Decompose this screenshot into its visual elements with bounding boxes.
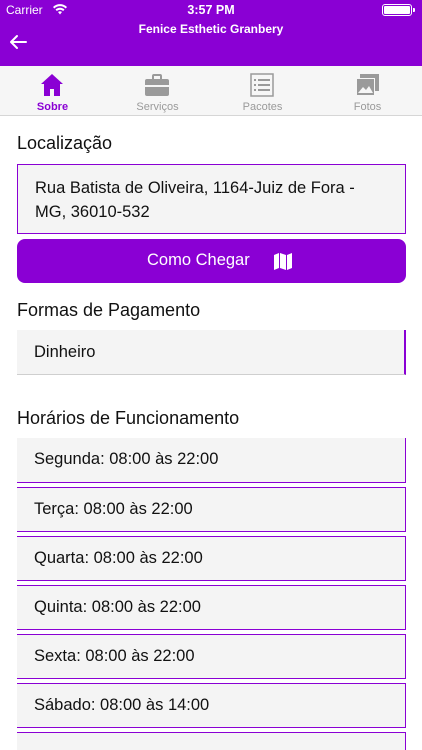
hours-monday: Segunda: 08:00 às 22:00 — [34, 450, 219, 468]
status-time: 3:57 PM — [187, 3, 235, 17]
map-icon — [274, 253, 292, 270]
tab-servicos[interactable]: Serviços — [105, 66, 210, 116]
home-icon — [41, 74, 63, 96]
nav-header: Carrier 3:57 PM Fenice Esthetic Granbery — [0, 0, 422, 66]
payment-title: Formas de Pagamento — [17, 300, 201, 320]
hours-row: Sexta: 08:00 às 22:00 — [17, 634, 406, 679]
tab-pacotes-label: Pacotes — [242, 101, 283, 113]
directions-button[interactable]: Como Chegar — [17, 239, 406, 283]
hours-row — [17, 732, 406, 750]
address-line-2: MG, 36010-532 — [35, 203, 150, 221]
page-title: Fenice Esthetic Granbery — [138, 22, 284, 36]
hours-saturday: Sábado: 08:00 às 14:00 — [34, 696, 210, 714]
tab-sobre-label: Sobre — [36, 101, 69, 113]
hours-row: Quinta: 08:00 às 22:00 — [17, 585, 406, 630]
tab-servicos-label: Serviços — [136, 101, 179, 113]
hours-thursday: Quinta: 08:00 às 22:00 — [34, 598, 201, 616]
tab-pacotes[interactable]: Pacotes — [210, 66, 315, 116]
hours-row: Segunda: 08:00 às 22:00 — [17, 438, 406, 483]
hours-friday: Sexta: 08:00 às 22:00 — [34, 647, 195, 665]
battery-icon — [382, 4, 416, 16]
hours-row: Sábado: 08:00 às 14:00 — [17, 683, 406, 728]
hours-row: Terça: 08:00 às 22:00 — [17, 487, 406, 532]
tab-fotos-label: Fotos — [353, 101, 382, 113]
hours-title: Horários de Funcionamento — [17, 408, 240, 428]
address-box: Rua Batista de Oliveira, 1164-Juiz de Fo… — [17, 164, 406, 234]
briefcase-icon — [145, 74, 169, 96]
hours-wednesday: Quarta: 08:00 às 22:00 — [34, 549, 203, 567]
status-bar: Carrier 3:57 PM — [0, 0, 422, 20]
photos-icon — [356, 74, 379, 96]
payment-method-box: Dinheiro — [17, 330, 406, 375]
directions-button-label: Como Chegar — [147, 251, 250, 269]
payment-method: Dinheiro — [34, 343, 96, 361]
tab-bar: Sobre Serviços Pacotes Fotos — [0, 66, 422, 116]
address-line-1: Rua Batista de Oliveira, 1164-Juiz de Fo… — [35, 179, 355, 197]
hours-tuesday: Terça: 08:00 às 22:00 — [34, 500, 193, 518]
location-title: Localização — [17, 133, 113, 153]
hours-row: Quarta: 08:00 às 22:00 — [17, 536, 406, 581]
tab-fotos[interactable]: Fotos — [315, 66, 420, 116]
list-icon — [250, 73, 274, 97]
tab-sobre[interactable]: Sobre — [0, 66, 105, 116]
